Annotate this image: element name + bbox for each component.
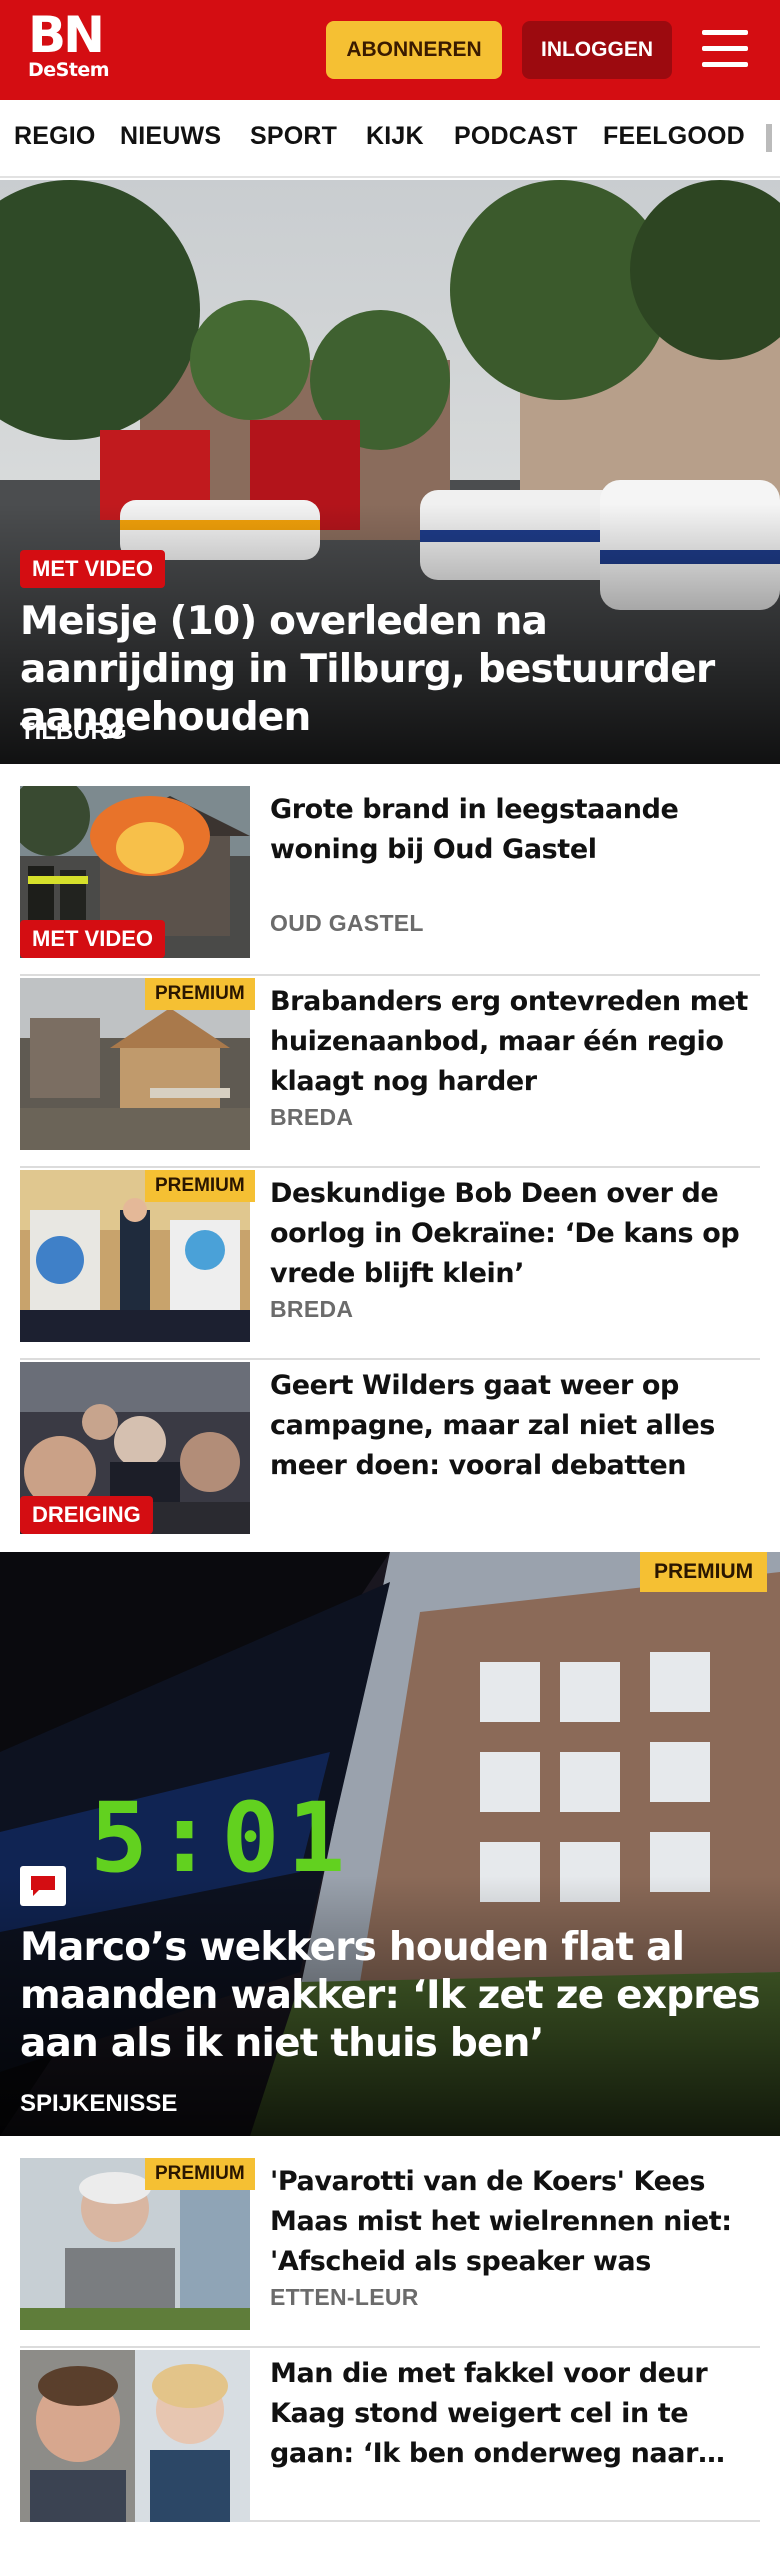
article-location: ETTEN-LEUR [270,2284,419,2310]
nav-item-feelgood[interactable]: FEELGOOD [603,122,745,151]
article-title: Deskundige Bob Deen over de oorlog in Oe… [270,1178,740,1289]
article-item[interactable]: PREMIUM Brabanders erg ontevreden met hu… [20,978,760,1168]
article-thumbnail [20,2350,250,2522]
hero-headline: Meisje (10) overleden na aanrijding in T… [20,599,715,740]
article-item[interactable]: Man die met fakkel voor deur Kaag stond … [20,2350,760,2522]
video-badge: MET VIDEO [20,920,166,958]
article-location: OUD GASTEL [270,910,424,936]
article-title: Brabanders erg ontevreden met huizenaanb… [270,986,748,1097]
menu-bar [702,62,748,67]
nav-item-sport[interactable]: SPORT [250,122,337,151]
article-title: Grote brand in leegstaande woning bij Ou… [270,794,679,865]
video-badge: MET VIDEO [20,550,166,588]
subscribe-button[interactable]: ABONNEREN [326,21,502,79]
top-header: BN DeStem ABONNEREN INLOGGEN [0,0,780,100]
nav-item-kijk[interactable]: KIJK [366,122,424,151]
nav-item-podcast[interactable]: PODCAST [454,122,578,151]
nav-item-regio[interactable]: REGIO [14,122,96,151]
hero-location: SPIJKENISSE [20,2090,178,2117]
premium-badge: PREMIUM [145,978,255,1010]
logo-subtext: DeStem [28,59,110,81]
threat-badge: DREIGING [20,1496,153,1534]
hero-article-spijkenisse[interactable]: PREMIUM 5:01 Marco’s wekkers houden flat… [0,1552,780,2136]
article-location: BREDA [270,1296,354,1322]
article-location: BREDA [270,1104,354,1130]
logo-text: BN [28,6,105,64]
section-nav: REGIO NIEUWS SPORT KIJK PODCAST FEELGOOD [0,100,780,178]
premium-badge: PREMIUM [145,2158,255,2190]
comment-icon [20,1866,66,1906]
menu-bar [702,30,748,35]
nav-item-nieuws[interactable]: NIEUWS [120,122,221,151]
hamburger-menu-icon[interactable] [698,24,752,76]
hero-article-tilburg[interactable]: MET VIDEO Meisje (10) overleden na aanri… [0,180,780,764]
premium-badge: PREMIUM [640,1552,768,1592]
article-item[interactable]: PREMIUM Deskundige Bob Deen over de oorl… [20,1170,760,1360]
article-item[interactable]: PREMIUM 'Pavarotti van de Koers' Kees Ma… [20,2158,760,2348]
menu-bar [702,46,748,51]
article-item[interactable]: DREIGING Geert Wilders gaat weer op camp… [20,1362,760,1554]
login-button[interactable]: INLOGGEN [522,21,672,79]
article-item[interactable]: MET VIDEO Grote brand in leegstaande won… [20,786,760,976]
article-title: 'Pavarotti van de Koers' Kees Maas mist … [270,2166,732,2277]
premium-badge: PREMIUM [145,1170,255,1202]
nav-overflow-indicator [766,124,772,152]
hero-headline: Marco’s wekkers houden flat al maanden w… [20,1925,761,2066]
article-title: Geert Wilders gaat weer op campagne, maa… [270,1370,715,1481]
clock-display-text: 5:01 [90,1782,354,1894]
article-title: Man die met fakkel voor deur Kaag stond … [270,2358,725,2469]
site-logo[interactable]: BN DeStem [28,6,118,90]
hero-location: TILBURG [20,718,127,745]
